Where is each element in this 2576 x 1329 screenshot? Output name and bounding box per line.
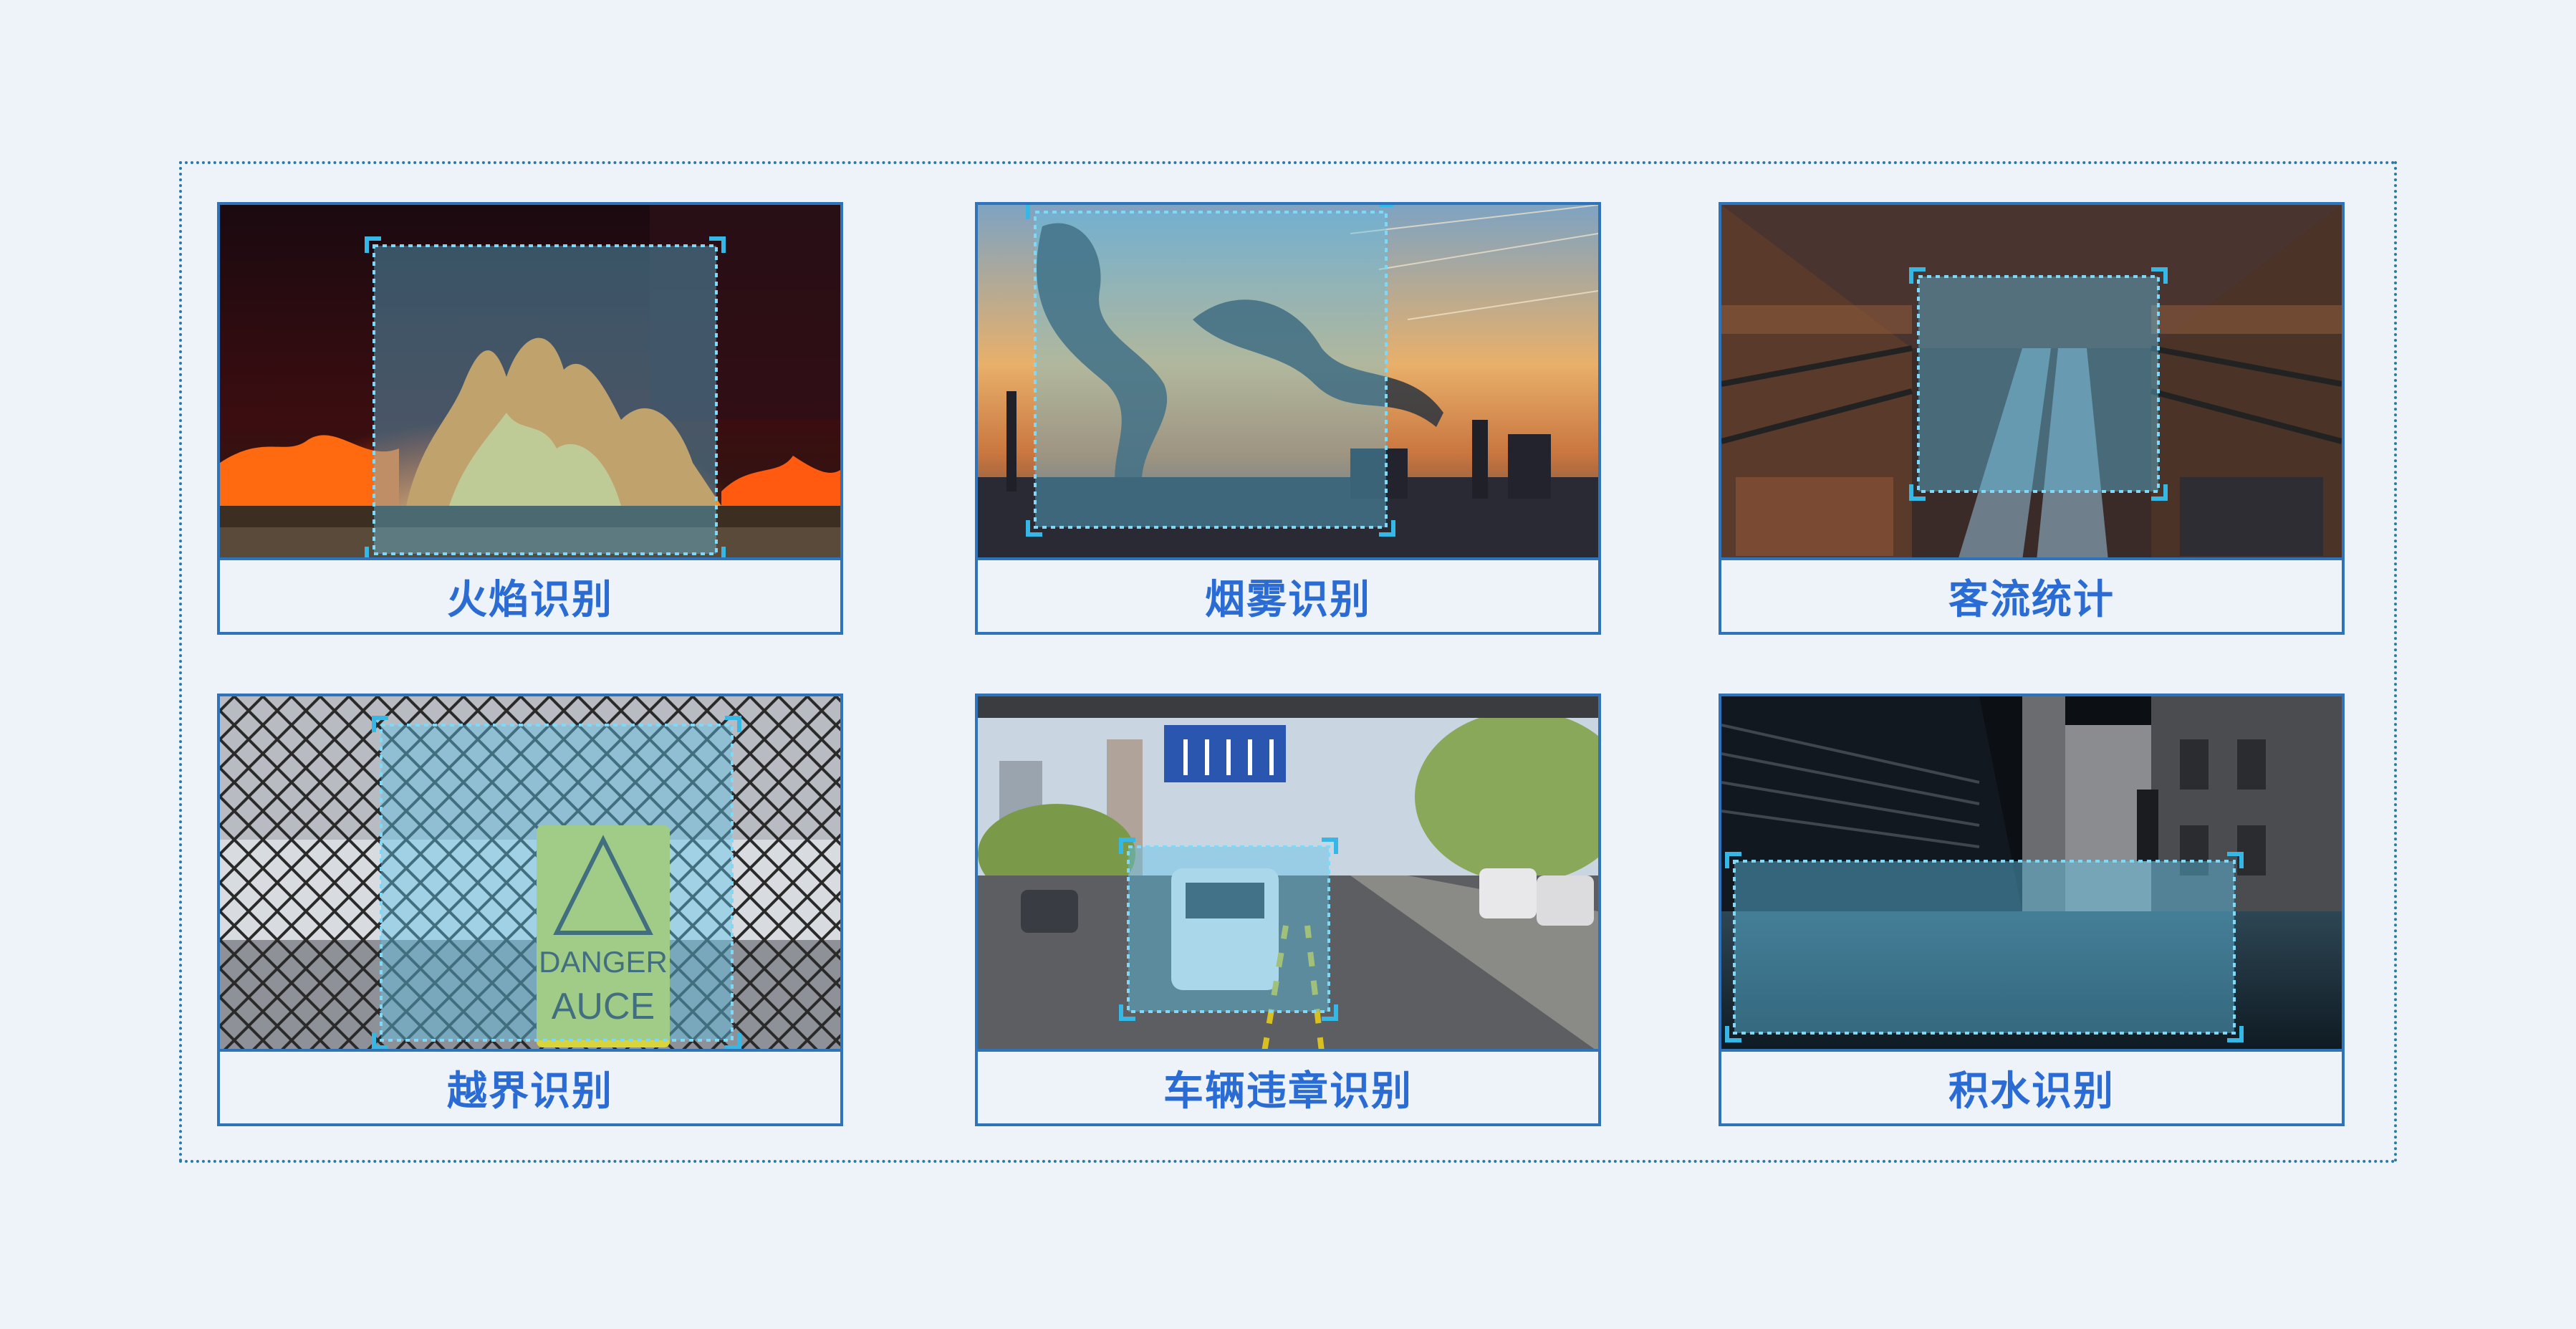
alley-photo bbox=[1721, 696, 2342, 1052]
fence-photo: DANGER AUCE bbox=[220, 696, 840, 1052]
card-label: 烟雾识别 bbox=[978, 557, 1598, 632]
card-label: 客流统计 bbox=[1721, 557, 2342, 632]
card-label: 越界识别 bbox=[220, 1049, 840, 1123]
fire-photo bbox=[220, 205, 840, 560]
street-photo bbox=[978, 696, 1598, 1052]
card-passenger-flow[interactable]: 客流统计 bbox=[1719, 202, 2345, 635]
card-smoke-detection[interactable]: 烟雾识别 bbox=[975, 202, 1601, 635]
card-boundary-detection[interactable]: DANGER AUCE 越界识别 bbox=[217, 694, 843, 1126]
card-waterlogging-detection[interactable]: 积水识别 bbox=[1719, 694, 2345, 1126]
card-vehicle-violation[interactable]: 车辆违章识别 bbox=[975, 694, 1601, 1126]
card-label: 车辆违章识别 bbox=[978, 1049, 1598, 1123]
mall-photo bbox=[1721, 205, 2342, 560]
card-label: 火焰识别 bbox=[220, 557, 840, 632]
card-fire-detection[interactable]: 火焰识别 bbox=[217, 202, 843, 635]
smoke-photo bbox=[978, 205, 1598, 560]
card-label: 积水识别 bbox=[1721, 1049, 2342, 1123]
